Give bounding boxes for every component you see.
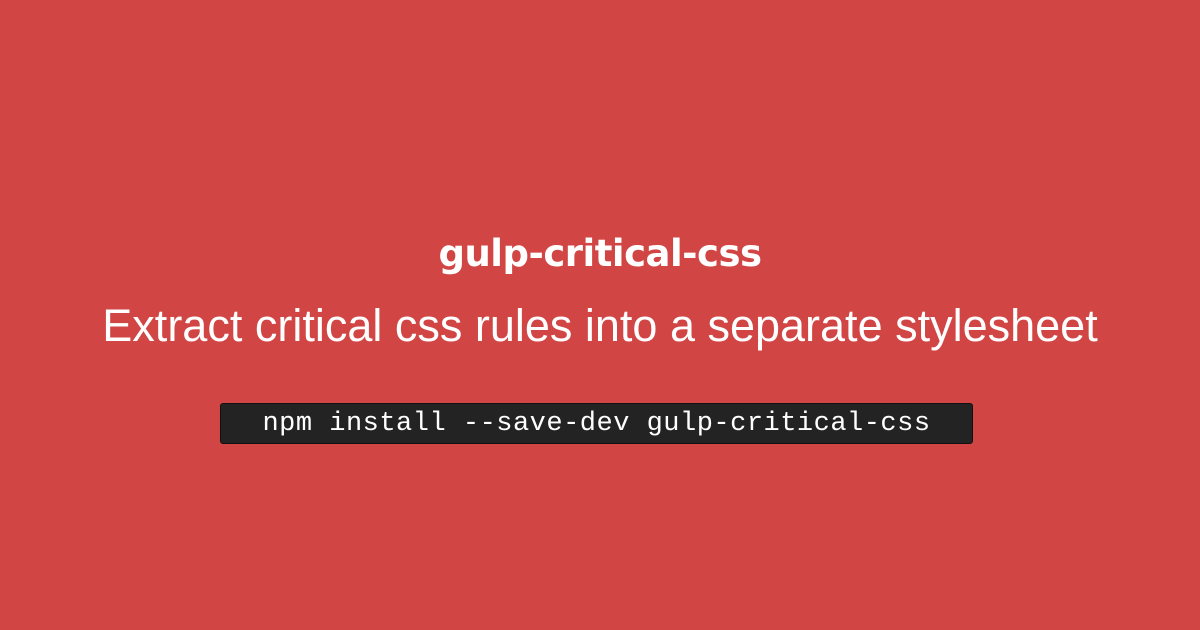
package-description: Extract critical css rules into a separa… — [102, 300, 1098, 351]
social-card: gulp-critical-css Extract critical css r… — [0, 0, 1200, 630]
package-name: gulp-critical-css — [438, 232, 762, 275]
install-command-box: npm install --save-dev gulp-critical-css — [220, 403, 973, 444]
install-command: npm install --save-dev gulp-critical-css — [262, 408, 931, 439]
